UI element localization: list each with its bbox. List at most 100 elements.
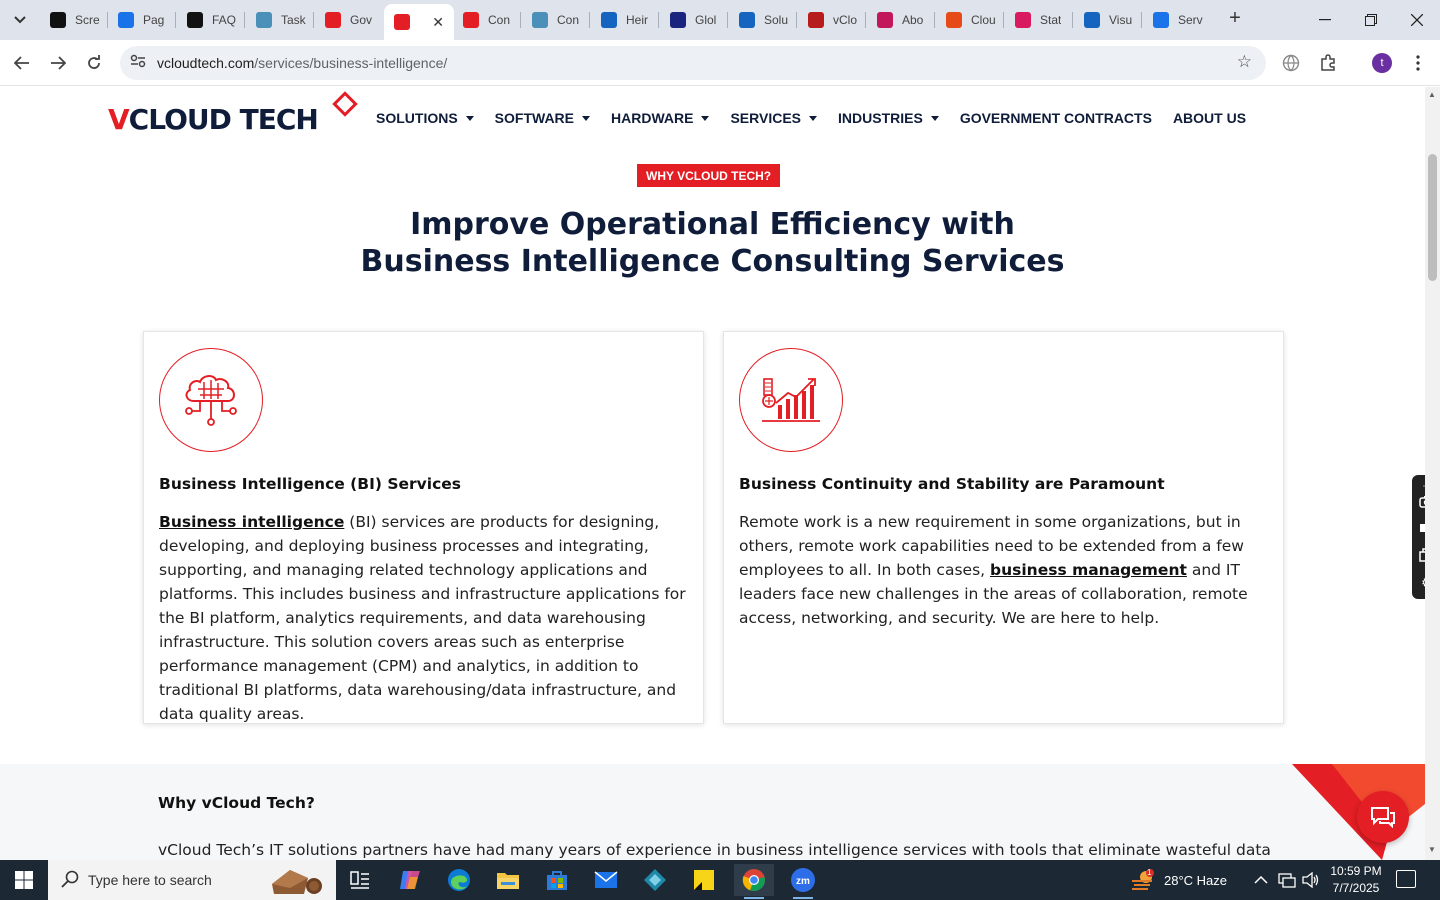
mail-app[interactable] bbox=[586, 864, 626, 896]
tab-title: Heir bbox=[626, 13, 649, 27]
site-logo[interactable]: VCLOUD TECH bbox=[108, 91, 358, 139]
menu-kebab-icon[interactable] bbox=[1407, 52, 1429, 74]
back-button[interactable] bbox=[8, 49, 36, 77]
new-tab-button[interactable]: + bbox=[1224, 8, 1246, 30]
scroll-down-arrow-icon[interactable]: ▼ bbox=[1428, 845, 1436, 854]
scrollbar-thumb[interactable] bbox=[1428, 154, 1437, 281]
nav-item-software[interactable]: SOFTWARE bbox=[495, 110, 591, 126]
browser-tab[interactable]: Con bbox=[522, 5, 588, 35]
browser-tab[interactable]: FAQ bbox=[177, 5, 243, 35]
caret-down-icon bbox=[930, 115, 939, 121]
weather-widget[interactable]: 1 28°C Haze bbox=[1130, 860, 1227, 900]
x-icon bbox=[670, 12, 686, 28]
tab-title: Glol bbox=[695, 13, 717, 27]
tab-separator bbox=[589, 12, 590, 28]
browser-tab[interactable]: Solu bbox=[729, 5, 795, 35]
browser-tab[interactable]: Abo bbox=[867, 5, 933, 35]
system-clock[interactable]: 10:59 PM 7/7/2025 bbox=[1330, 863, 1382, 897]
translate-icon[interactable] bbox=[1280, 52, 1302, 74]
slash-icon bbox=[946, 12, 962, 28]
profile-avatar[interactable]: t bbox=[1372, 53, 1392, 73]
pen-icon bbox=[1015, 12, 1031, 28]
nav-item-about-us[interactable]: ABOUT US bbox=[1173, 110, 1246, 126]
address-bar[interactable]: vcloudtech.com/services/business-intelli… bbox=[120, 46, 1266, 80]
nav-item-solutions[interactable]: SOLUTIONS bbox=[376, 110, 474, 126]
nav-item-label: SERVICES bbox=[730, 110, 802, 126]
tab-title: Solu bbox=[764, 13, 789, 27]
chrome-app[interactable] bbox=[734, 864, 774, 899]
file-explorer-app[interactable] bbox=[488, 864, 528, 896]
browser-tab[interactable]: Clou bbox=[936, 5, 1002, 35]
browser-tab[interactable]: Scre bbox=[40, 5, 106, 35]
search-icon bbox=[61, 870, 79, 893]
browser-tab[interactable]: Stat bbox=[1005, 5, 1071, 35]
mail-icon bbox=[594, 871, 618, 888]
browser-tab[interactable]: ✕ bbox=[384, 4, 454, 40]
browser-tab[interactable]: Con bbox=[453, 5, 519, 35]
nav-item-hardware[interactable]: HARDWARE bbox=[611, 110, 710, 126]
chat-button[interactable] bbox=[1357, 791, 1409, 843]
show-hidden-icons[interactable] bbox=[1254, 860, 1268, 900]
minimize-button[interactable] bbox=[1302, 0, 1348, 40]
page-scrollbar[interactable]: ▲ ▼ bbox=[1425, 87, 1440, 860]
chat-bubbles-icon bbox=[1371, 807, 1395, 828]
copilot-icon bbox=[400, 871, 420, 889]
nav-item-services[interactable]: SERVICES bbox=[730, 110, 818, 126]
tab-title: Visu bbox=[1109, 13, 1133, 27]
url-text[interactable]: vcloudtech.com/services/business-intelli… bbox=[157, 55, 447, 71]
close-window-button[interactable] bbox=[1394, 0, 1440, 40]
store-icon bbox=[547, 871, 567, 890]
nav-item-government-contracts[interactable]: GOVERNMENT CONTRACTS bbox=[960, 110, 1152, 126]
store-app[interactable] bbox=[537, 864, 577, 896]
logo-rest: CLOUD TECH bbox=[128, 103, 319, 136]
why-section-title: Why vCloud Tech? bbox=[158, 794, 315, 812]
search-placeholder: Type here to search bbox=[88, 872, 212, 888]
taskbar-search[interactable]: Type here to search bbox=[48, 860, 336, 900]
restore-button[interactable] bbox=[1348, 0, 1394, 40]
tab-title: Abo bbox=[902, 13, 924, 27]
logo-diamond-icon bbox=[332, 91, 358, 117]
tab-separator bbox=[1141, 12, 1142, 28]
browser-tab[interactable]: Visu bbox=[1074, 5, 1140, 35]
browser-tab[interactable]: Pag bbox=[108, 5, 174, 35]
chevron-up-icon bbox=[1254, 876, 1268, 884]
bookmark-star-icon[interactable]: ☆ bbox=[1237, 52, 1252, 72]
logo-wordmark: VCLOUD TECH bbox=[108, 103, 319, 136]
browser-toolbar: vcloudtech.com/services/business-intelli… bbox=[0, 40, 1440, 86]
clickup-app[interactable] bbox=[635, 864, 675, 896]
browser-tab[interactable]: Glol bbox=[660, 5, 726, 35]
forward-button[interactable] bbox=[44, 49, 72, 77]
network-icon[interactable] bbox=[1278, 860, 1296, 900]
browser-tab[interactable]: Heir bbox=[591, 5, 657, 35]
sticky-notes-app[interactable] bbox=[684, 864, 724, 896]
tab-title: Clou bbox=[971, 13, 996, 27]
zoom-app[interactable]: zm bbox=[783, 864, 823, 899]
pagespeed-icon bbox=[118, 12, 134, 28]
task-view-icon bbox=[350, 871, 369, 889]
close-tab-icon[interactable]: ✕ bbox=[432, 14, 444, 31]
tab-search-button[interactable] bbox=[8, 8, 32, 32]
screenpal-icon bbox=[50, 12, 66, 28]
browser-tab[interactable]: Serv bbox=[1143, 5, 1209, 35]
edge-icon bbox=[448, 869, 470, 891]
tab-strip: Scre Pag FAQ Task Gov ✕ Con Con Heir Glol Solu vClo… bbox=[0, 0, 1440, 40]
nav-item-industries[interactable]: INDUSTRIES bbox=[838, 110, 939, 126]
start-button[interactable] bbox=[0, 860, 48, 900]
volume-icon[interactable] bbox=[1302, 860, 1320, 900]
scroll-up-arrow-icon[interactable]: ▲ bbox=[1428, 90, 1436, 99]
notification-center-icon[interactable] bbox=[1396, 870, 1416, 888]
browser-tab[interactable]: Gov bbox=[315, 5, 381, 35]
why-section-body: vCloud Tech’s IT solutions partners have… bbox=[158, 841, 1271, 859]
browser-tab[interactable]: vClo bbox=[798, 5, 864, 35]
copilot-app[interactable] bbox=[390, 864, 430, 896]
business-intelligence-link[interactable]: Business intelligence bbox=[159, 513, 344, 531]
why-vcloud-section: Why vCloud Tech? vCloud Tech’s IT soluti… bbox=[0, 764, 1425, 860]
extensions-icon[interactable] bbox=[1317, 52, 1339, 74]
search-highlight-image bbox=[272, 870, 322, 894]
browser-tab[interactable]: Task bbox=[246, 5, 312, 35]
edge-app[interactable] bbox=[439, 864, 479, 896]
site-info-icon[interactable] bbox=[130, 54, 146, 71]
task-view-button[interactable] bbox=[340, 864, 380, 896]
reload-button[interactable] bbox=[80, 49, 108, 77]
business-management-link[interactable]: business management bbox=[990, 561, 1187, 579]
